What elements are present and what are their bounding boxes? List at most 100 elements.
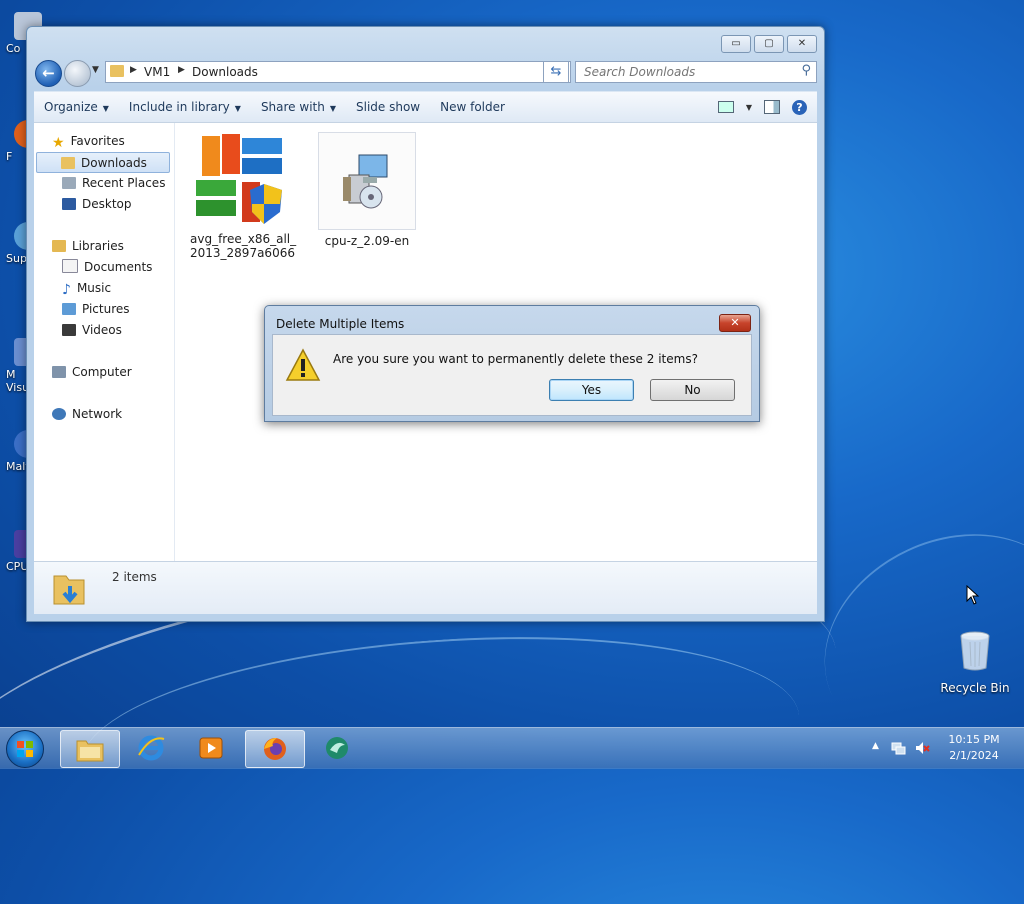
- item-count: 2 items: [112, 570, 157, 584]
- nav-label: Pictures: [82, 302, 130, 316]
- media-player-icon: [199, 737, 223, 759]
- search-icon[interactable]: ⚲: [801, 63, 811, 78]
- nav-computer[interactable]: Computer: [52, 362, 132, 382]
- nav-music[interactable]: ♪ Music: [62, 278, 111, 298]
- nav-pictures[interactable]: Pictures: [62, 299, 130, 319]
- maximize-button[interactable]: ▢: [754, 35, 784, 53]
- taskbar-firefox[interactable]: [245, 730, 305, 768]
- no-button[interactable]: No: [650, 379, 735, 401]
- downloads-folder-icon: [53, 575, 85, 605]
- file-item[interactable]: avg_free_x86_all_ 2013_2897a6066: [190, 132, 296, 260]
- forward-button[interactable]: [64, 60, 91, 87]
- nav-label: Downloads: [81, 156, 147, 170]
- nav-downloads[interactable]: Downloads: [36, 152, 170, 173]
- nav-network[interactable]: Network: [52, 404, 122, 424]
- documents-icon: [62, 259, 78, 273]
- libraries-icon: [52, 240, 66, 252]
- slide-show-button[interactable]: Slide show: [346, 100, 430, 114]
- taskbar-explorer[interactable]: [60, 730, 120, 768]
- nav-desktop[interactable]: Desktop: [62, 194, 132, 214]
- new-folder-button[interactable]: New folder: [430, 100, 515, 114]
- setup-installer-icon: [318, 132, 416, 230]
- warning-icon: [285, 348, 321, 381]
- organize-label: Organize: [44, 100, 98, 114]
- breadcrumb-downloads[interactable]: Downloads: [192, 65, 258, 79]
- chevron-down-icon: ▼: [329, 104, 336, 113]
- include-in-library-menu[interactable]: Include in library ▼: [119, 100, 251, 114]
- taskbar: ▲ 10:15 PM 2/1/2024: [0, 727, 1024, 769]
- address-bar[interactable]: ▶ VM1 ▶ Downloads ▼: [105, 61, 571, 83]
- share-with-menu[interactable]: Share with ▼: [251, 100, 346, 114]
- internet-explorer-icon: [138, 735, 165, 761]
- share-with-label: Share with: [260, 100, 325, 114]
- clock-date: 2/1/2024: [949, 749, 999, 762]
- nav-label: Computer: [72, 365, 132, 379]
- command-bar: Organize ▼ Include in library ▼ Share with…: [34, 91, 817, 122]
- folder-icon: [110, 65, 124, 77]
- dialog-close-button[interactable]: ✕: [719, 314, 751, 332]
- back-button[interactable]: ←: [35, 60, 62, 87]
- computer-icon: [52, 366, 66, 378]
- refresh-button[interactable]: ⇆: [543, 61, 569, 83]
- nav-label: Libraries: [72, 239, 124, 253]
- help-icon[interactable]: ?: [792, 99, 807, 115]
- minimize-button[interactable]: ▭: [721, 35, 751, 53]
- taskbar-media-player[interactable]: [182, 730, 240, 766]
- preview-pane-icon[interactable]: [764, 100, 780, 114]
- windows-logo-icon: [17, 741, 33, 757]
- navigation-bar: ← ▼ ▶ VM1 ▶ Downloads ▼ ⇆ ⚲: [35, 59, 817, 87]
- volume-muted-icon[interactable]: [914, 740, 930, 756]
- downloads-folder-icon: [61, 157, 75, 169]
- change-view-icon[interactable]: [717, 101, 734, 113]
- file-name: cpu-z_2.09-en: [324, 234, 410, 248]
- desktop-icon: [62, 198, 76, 210]
- taskbar-internet-explorer[interactable]: [122, 730, 180, 766]
- back-arrow-icon: ←: [42, 64, 55, 82]
- nav-label: Videos: [82, 323, 122, 337]
- network-icon: [52, 408, 66, 420]
- chevron-down-icon: ▼: [234, 104, 241, 113]
- recent-pages-dropdown[interactable]: ▼: [92, 65, 99, 75]
- nav-label: Network: [72, 407, 123, 421]
- music-icon: ♪: [62, 282, 71, 298]
- file-item[interactable]: cpu-z_2.09-en: [315, 132, 419, 248]
- include-in-library-label: Include in library: [128, 100, 230, 114]
- nav-recent-places[interactable]: Recent Places: [62, 173, 165, 193]
- nav-label: Desktop: [82, 197, 132, 211]
- recycle-bin-label: Recycle Bin: [940, 681, 1010, 695]
- nav-videos[interactable]: Videos: [62, 320, 122, 340]
- recent-places-icon: [62, 177, 76, 189]
- nav-label: Music: [76, 281, 112, 295]
- organize-menu[interactable]: Organize ▼: [34, 100, 119, 114]
- delete-confirmation-dialog: Delete Multiple Items ✕ Are you sure you…: [264, 305, 760, 422]
- breadcrumb-separator-icon[interactable]: ▶: [130, 65, 137, 75]
- navigation-pane: ★ Favorites Downloads Recent Places Deskt…: [34, 123, 175, 561]
- mouse-cursor-icon: [966, 585, 980, 605]
- nav-documents[interactable]: Documents: [62, 257, 152, 277]
- window-controls: ▭ ▢ ✕: [721, 35, 817, 53]
- show-hidden-icons-icon[interactable]: ▲: [872, 741, 879, 751]
- taskbar-app[interactable]: [308, 730, 366, 766]
- nav-label: Favorites: [70, 134, 125, 148]
- star-icon: ★: [52, 135, 65, 151]
- search-box[interactable]: ⚲: [575, 61, 817, 83]
- avg-installer-icon: [194, 132, 290, 228]
- breadcrumb-vm1[interactable]: VM1: [144, 65, 170, 79]
- nav-favorites[interactable]: ★ Favorites: [52, 131, 125, 151]
- network-status-icon[interactable]: [890, 740, 906, 756]
- search-input[interactable]: [582, 62, 786, 82]
- yes-button[interactable]: Yes: [549, 379, 634, 401]
- folder-icon: [76, 740, 104, 762]
- clock-time: 10:15 PM: [948, 733, 1000, 746]
- recycle-bin-icon: [960, 631, 990, 671]
- nav-libraries[interactable]: Libraries: [52, 236, 124, 256]
- clock[interactable]: 10:15 PM 2/1/2024: [939, 732, 1009, 764]
- start-button[interactable]: [6, 730, 44, 768]
- close-button[interactable]: ✕: [787, 35, 817, 53]
- desktop-icon-recycle-bin[interactable]: Recycle Bin: [940, 630, 1010, 695]
- breadcrumb-separator-icon[interactable]: ▶: [178, 65, 185, 75]
- dialog-body: Are you sure you want to permanently del…: [272, 334, 752, 416]
- chevron-down-icon: ▼: [102, 104, 109, 113]
- chevron-down-icon[interactable]: ▼: [746, 103, 752, 112]
- videos-icon: [62, 324, 76, 336]
